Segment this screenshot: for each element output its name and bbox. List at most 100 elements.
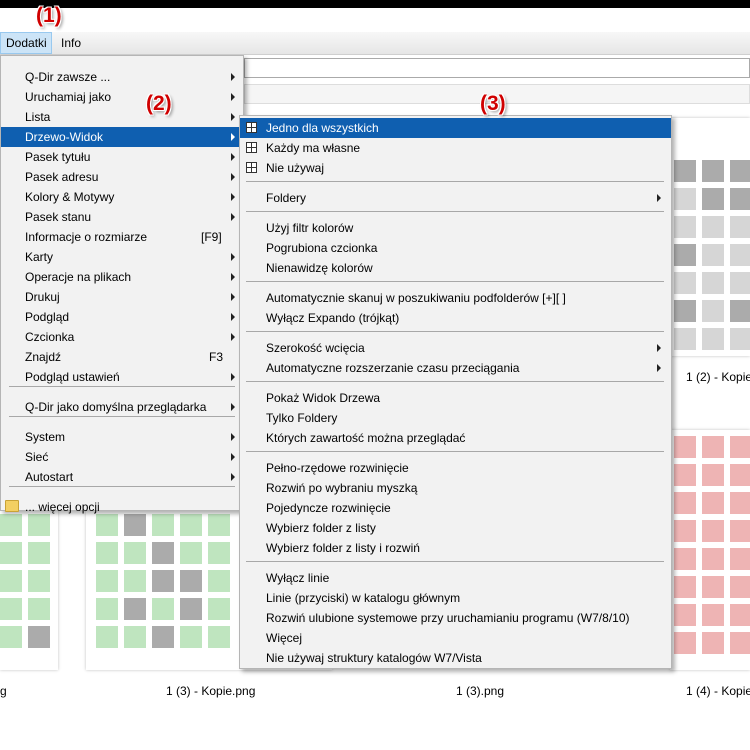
dodatki-menu-item-4[interactable]: Pasek tytułu — [1, 147, 243, 167]
thumbnail-tile — [730, 244, 750, 266]
drzewo-widok-item-3[interactable]: Foldery — [240, 188, 671, 208]
drzewo-widok-item-14-label: Pełno-rzędowe rozwinięcie — [266, 461, 409, 475]
thumbnail-tile — [0, 598, 22, 620]
dodatki-menu-item-6[interactable]: Kolory & Motywy — [1, 187, 243, 207]
dodatki-menu-item-8[interactable]: Informacje o rozmiarze [F9] — [1, 227, 243, 247]
thumbnail-tile — [730, 632, 750, 654]
drzewo-widok-item-7-label: Automatycznie skanuj w poszukiwaniu podf… — [266, 291, 566, 305]
dodatki-menu-item-7[interactable]: Pasek stanu — [1, 207, 243, 227]
drzewo-widok-item-16[interactable]: Pojedyncze rozwinięcie — [240, 498, 671, 518]
menu-info[interactable]: Info — [56, 32, 86, 54]
thumbnail-tile — [674, 464, 696, 486]
drzewo-widok-item-9[interactable]: Szerokość wcięcia — [240, 338, 671, 358]
dodatki-menu-item-11[interactable]: Drukuj — [1, 287, 243, 307]
dodatki-menu-item-10-label: Operacje na plikach — [25, 270, 132, 284]
thumbnail-grey[interactable] — [670, 118, 750, 356]
thumbnail-green-left[interactable] — [0, 508, 58, 670]
thumbnail-red[interactable] — [670, 430, 750, 670]
drzewo-widok-item-5[interactable]: Pogrubiona czcionka — [240, 238, 671, 258]
drzewo-widok-item-4[interactable]: Użyj filtr kolorów — [240, 218, 671, 238]
drzewo-widok-item-18[interactable]: Wybierz folder z listy i rozwiń — [240, 538, 671, 558]
dodatki-menu-item-0[interactable]: Q-Dir zawsze ... — [1, 67, 243, 87]
drzewo-widok-item-23-label: Nie używaj struktury katalogów W7/Vista — [266, 651, 482, 665]
thumbnail-tile — [180, 542, 202, 564]
dodatki-menu-item-20[interactable]: ... więcej opcji — [1, 497, 243, 517]
drzewo-widok-item-13[interactable]: Których zawartość można przeglądać — [240, 428, 671, 448]
drzewo-widok-item-19[interactable]: Wyłącz linie — [240, 568, 671, 588]
dodatki-menu: Q-Dir zawsze ... Uruchamiaj jako Lista Drze… — [0, 55, 244, 514]
file-caption-1-2-kopie[interactable]: 1 (2) - Kopie — [686, 370, 750, 384]
drzewo-widok-item-10[interactable]: Automatyczne rozszerzanie czasu przeciąg… — [240, 358, 671, 378]
menu-dodatki[interactable]: Dodatki — [0, 32, 52, 54]
submenu-arrow-icon — [231, 213, 235, 221]
drzewo-widok-item-23[interactable]: Nie używaj struktury katalogów W7/Vista — [240, 648, 671, 668]
dodatki-menu-item-7-label: Pasek stanu — [25, 210, 92, 224]
drzewo-widok-item-8[interactable]: Wyłącz Expando (trójkąt) — [240, 308, 671, 328]
menu-separator — [246, 451, 664, 452]
thumbnail-tile — [702, 216, 724, 238]
thumbnail-tile — [0, 626, 22, 648]
thumbnail-tile — [702, 272, 724, 294]
address-bar[interactable] — [244, 58, 750, 78]
dodatki-menu-item-10[interactable]: Operacje na plikach — [1, 267, 243, 287]
drzewo-widok-item-14[interactable]: Pełno-rzędowe rozwinięcie — [240, 458, 671, 478]
drzewo-widok-item-13-label: Których zawartość można przeglądać — [266, 431, 466, 445]
thumbnail-tile — [28, 626, 50, 648]
dodatki-menu-item-2-label: Lista — [25, 110, 51, 124]
thumbnail-tile — [0, 570, 22, 592]
drzewo-widok-item-12[interactable]: Tylko Foldery — [240, 408, 671, 428]
submenu-arrow-icon — [231, 313, 235, 321]
thumbnail-tile — [180, 570, 202, 592]
submenu-arrow-icon — [231, 173, 235, 181]
dodatki-menu-item-12[interactable]: Podgląd — [1, 307, 243, 327]
submenu-arrow-icon — [231, 453, 235, 461]
thumbnail-tile — [674, 604, 696, 626]
drzewo-widok-item-6[interactable]: Nienawidzę kolorów — [240, 258, 671, 278]
thumbnail-tile — [124, 570, 146, 592]
drzewo-widok-item-9-label: Szerokość wcięcia — [266, 341, 365, 355]
file-caption-partial[interactable]: g — [0, 684, 7, 698]
drzewo-widok-item-11-label: Pokaż Widok Drzewa — [266, 391, 381, 405]
dodatki-menu-item-11-label: Drukuj — [25, 290, 60, 304]
file-caption-1-3[interactable]: 1 (3).png — [456, 684, 504, 698]
file-caption-1-4-kopie[interactable]: 1 (4) - Kopie — [686, 684, 750, 698]
drzewo-widok-item-4-label: Użyj filtr kolorów — [266, 221, 354, 235]
dodatki-menu-item-16[interactable]: Q-Dir jako domyślna przeglądarka — [1, 397, 243, 417]
dodatki-menu-item-17-label: System — [25, 430, 66, 444]
thumbnail-tile — [730, 300, 750, 322]
thumbnail-tile — [702, 492, 724, 514]
drzewo-widok-item-21[interactable]: Rozwiń ulubione systemowe przy uruchamia… — [240, 608, 671, 628]
drzewo-widok-item-2-label: Nie używaj — [266, 161, 325, 175]
thumbnail-red-tiles — [674, 436, 750, 654]
thumbnail-tile — [152, 570, 174, 592]
dodatki-menu-item-2[interactable]: Lista — [1, 107, 243, 127]
thumbnail-tile — [730, 328, 750, 350]
thumbnail-tile — [702, 576, 724, 598]
drzewo-widok-item-1[interactable]: Każdy ma własne — [240, 138, 671, 158]
thumbnail-tile — [702, 300, 724, 322]
dodatki-menu-item-18[interactable]: Sieć — [1, 447, 243, 467]
thumbnail-tile — [124, 542, 146, 564]
submenu-arrow-icon — [231, 433, 235, 441]
dodatki-menu-item-1[interactable]: Uruchamiaj jako — [1, 87, 243, 107]
dodatki-menu-item-13[interactable]: Czcionka — [1, 327, 243, 347]
drzewo-widok-item-17[interactable]: Wybierz folder z listy — [240, 518, 671, 538]
dodatki-menu-item-17[interactable]: System — [1, 427, 243, 447]
dodatki-menu-item-5[interactable]: Pasek adresu — [1, 167, 243, 187]
dodatki-menu-item-9[interactable]: Karty — [1, 247, 243, 267]
file-caption-1-3-kopie[interactable]: 1 (3) - Kopie.png — [166, 684, 255, 698]
thumbnail-tile — [702, 604, 724, 626]
dodatki-menu-item-15[interactable]: Podgląd ustawień — [1, 367, 243, 387]
drzewo-widok-item-2[interactable]: Nie używaj — [240, 158, 671, 178]
drzewo-widok-item-22[interactable]: Więcej — [240, 628, 671, 648]
dodatki-menu-item-19[interactable]: Autostart — [1, 467, 243, 487]
drzewo-widok-item-0[interactable]: Jedno dla wszystkich — [240, 118, 671, 138]
drzewo-widok-item-11[interactable]: Pokaż Widok Drzewa — [240, 388, 671, 408]
drzewo-widok-item-7[interactable]: Automatycznie skanuj w poszukiwaniu podf… — [240, 288, 671, 308]
drzewo-widok-item-20[interactable]: Linie (przyciski) w katalogu głównym — [240, 588, 671, 608]
dodatki-menu-item-9-label: Karty — [25, 250, 54, 264]
drzewo-widok-item-15[interactable]: Rozwiń po wybraniu myszką — [240, 478, 671, 498]
dodatki-menu-item-3[interactable]: Drzewo-Widok — [1, 127, 243, 147]
dodatki-menu-item-14[interactable]: Znajdź F3 — [1, 347, 243, 367]
menu-separator — [246, 381, 664, 382]
